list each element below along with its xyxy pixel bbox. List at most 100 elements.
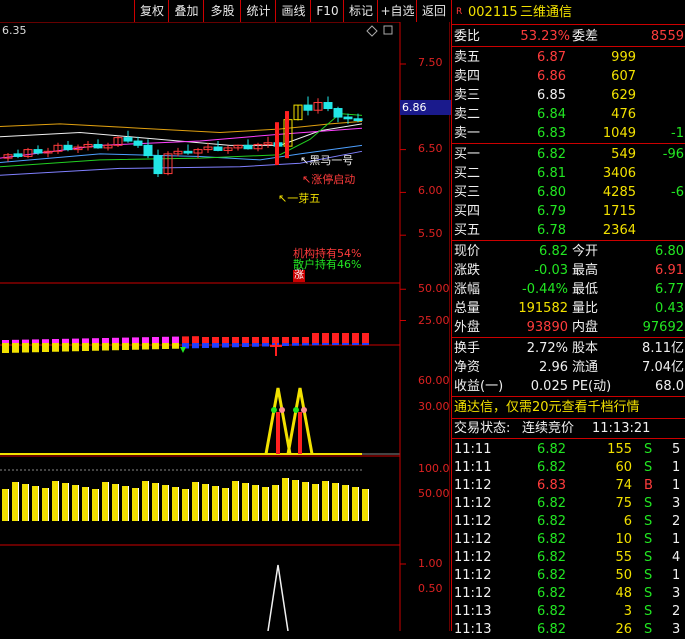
volume-bar-lower	[152, 343, 159, 350]
promo-link: 通达信，仅需20元查看千档行情	[454, 400, 640, 415]
volume-bar-upper	[292, 337, 299, 343]
price-axis-label: 5.50	[418, 227, 443, 241]
stat-label: 换手	[454, 341, 481, 356]
ask-row: 卖三 6.85 629	[452, 86, 685, 105]
volume-bar-lower	[222, 343, 229, 348]
promo-row[interactable]: 通达信，仅需20元查看千档行情	[452, 398, 685, 417]
indicator3-bar	[12, 482, 18, 521]
indicator3-bar	[22, 484, 28, 521]
volume-bar-lower	[142, 343, 149, 350]
down-arrow-icon	[180, 347, 186, 353]
order-ratio-value: 53.23%	[520, 29, 570, 44]
tick-price: 6.82	[537, 550, 566, 565]
chart-area[interactable]	[0, 22, 450, 631]
toolbar-button-4[interactable]: 画线	[275, 0, 311, 22]
indicator3-bar-edge	[108, 482, 109, 521]
bid-price: 6.79	[537, 204, 566, 219]
tick-row: 11:12 6.82 55 S 4	[452, 548, 685, 567]
volume-bar-lower	[192, 343, 199, 349]
square-icon	[383, 25, 393, 35]
stat-value: 2.72%	[526, 341, 568, 356]
indicator3-bar	[122, 486, 128, 521]
tick-time: 11:13	[454, 604, 492, 619]
volume-bar-lower	[262, 343, 269, 347]
diamond-icon	[366, 25, 378, 37]
ask-price: 6.86	[537, 69, 566, 84]
toolbar-button-5[interactable]: F10	[310, 0, 344, 22]
tick-side: S	[644, 496, 653, 511]
spike-dot	[279, 407, 285, 413]
stat-label: 净资	[454, 360, 481, 375]
stat-row: 总量 191582 量比 0.43	[452, 299, 685, 318]
bid-volume: 2364	[602, 223, 636, 238]
volume-bar-lower	[122, 343, 129, 350]
candle-body	[343, 116, 353, 120]
volume-bar-lower	[32, 343, 39, 353]
indicator3-bar-edge	[348, 485, 349, 521]
retail-hold-label: 散户持有46%	[293, 258, 362, 271]
indicator3-bar	[92, 489, 98, 521]
volume-bar-lower	[212, 343, 219, 348]
quote-separator	[452, 396, 685, 397]
stock-badge: R	[456, 7, 463, 17]
volume-bar-upper	[112, 337, 119, 343]
toolbar-button-2[interactable]: 多股	[203, 0, 241, 22]
bid-label: 买二	[454, 166, 481, 181]
ask-label: 卖二	[454, 107, 481, 122]
tick-volume: 6	[623, 514, 632, 529]
stat-value: 2.96	[539, 360, 568, 375]
volume-bar-upper	[132, 337, 139, 343]
tick-side: S	[644, 604, 653, 619]
stat-row: 收益(一) 0.025 PE(动) 68.0	[452, 377, 685, 396]
toolbar-button-1[interactable]: 叠加	[168, 0, 204, 22]
toolbar-button-0[interactable]: 复权	[134, 0, 169, 22]
bid-row: 买二 6.81 3406	[452, 164, 685, 183]
volume-bar-upper	[332, 333, 339, 343]
toolbar-button-7[interactable]: +自选	[377, 0, 417, 22]
trade-status-label: 交易状态:	[454, 421, 511, 436]
bid-label: 买四	[454, 204, 481, 219]
tick-row: 11:12 6.82 75 S 3	[452, 494, 685, 513]
toolbar-button-6[interactable]: 标记	[343, 0, 378, 22]
volume-bar-upper	[342, 333, 349, 343]
volume-bar-upper	[322, 333, 329, 343]
ask-price: 6.87	[537, 50, 566, 65]
spike-dot	[293, 407, 299, 413]
volume-bar-upper	[352, 333, 359, 343]
bid-price: 6.78	[537, 223, 566, 238]
tick-price: 6.82	[537, 604, 566, 619]
volume-bar-upper	[262, 337, 269, 343]
ask-label: 卖三	[454, 88, 481, 103]
indicator3-bar	[62, 483, 68, 521]
dark-horse-label: ↖黑马一号	[300, 154, 354, 167]
tick-time: 11:12	[454, 550, 492, 565]
tick-volume: 60	[615, 460, 632, 475]
bid-change: -6	[671, 185, 684, 200]
order-ratio-label: 委比	[454, 29, 481, 44]
volume-bar-lower	[342, 343, 349, 345]
indicator3-bar	[32, 486, 38, 521]
tick-volume: 26	[615, 622, 632, 637]
stat-row: 涨幅 -0.44% 最低 6.77	[452, 280, 685, 299]
stat-row: 现价 6.82 今开 6.80	[452, 242, 685, 261]
indicator3-bar	[52, 481, 58, 521]
tick-time: 11:12	[454, 478, 492, 493]
volume-bar-lower	[22, 343, 29, 353]
toolbar-button-8[interactable]: 返回	[416, 0, 451, 22]
indicator3-bar-edge	[218, 486, 219, 521]
volume-bar-lower	[132, 343, 139, 350]
volume-bar-lower	[252, 343, 259, 347]
stat-row: 外盘 93890 内盘 97692	[452, 318, 685, 337]
indicator3-bar-edge	[48, 488, 49, 521]
stat-value: 93890	[526, 320, 568, 335]
stat-value: 7.04亿	[642, 360, 684, 375]
stat-value: 8.11亿	[642, 341, 684, 356]
order-diff-label: 委差	[572, 29, 599, 44]
tick-row: 11:12 6.82 48 S 3	[452, 584, 685, 603]
quote-separator	[452, 46, 685, 47]
limit-start-label: ↖涨停启动	[302, 173, 356, 186]
toolbar-button-3[interactable]: 统计	[240, 0, 276, 22]
indicator3-bar-edge	[208, 484, 209, 521]
indicator3-bar-edge	[248, 483, 249, 521]
tick-volume: 74	[615, 478, 632, 493]
